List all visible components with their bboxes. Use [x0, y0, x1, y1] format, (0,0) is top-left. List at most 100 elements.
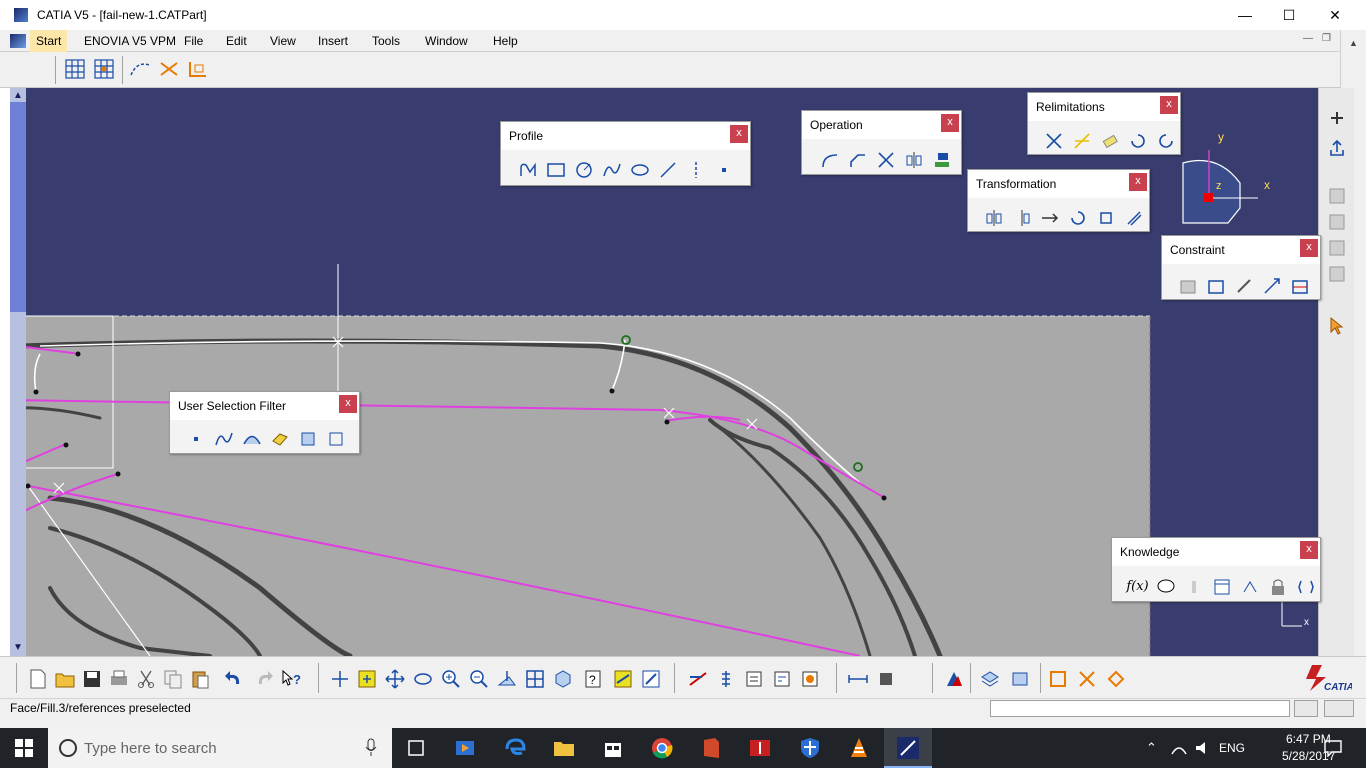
taskbar-search-box[interactable]: Type here to search: [48, 728, 392, 768]
visu-3d-icon[interactable]: [742, 667, 766, 691]
multi-view-icon[interactable]: [523, 667, 547, 691]
command-input[interactable]: [990, 700, 1290, 717]
spline-icon[interactable]: [600, 158, 623, 181]
select-arrow-icon[interactable]: [1325, 314, 1349, 338]
mirror-icon[interactable]: [902, 148, 925, 171]
scroll-down-icon[interactable]: ▼: [13, 642, 23, 653]
close-button[interactable]: ✕: [1312, 0, 1358, 30]
check-analysis-icon[interactable]: [1182, 575, 1205, 598]
auto-search-icon[interactable]: [1104, 667, 1128, 691]
menu-insert[interactable]: Insert: [312, 33, 354, 49]
corner-icon[interactable]: [818, 148, 841, 171]
curve-filter-icon[interactable]: [212, 427, 235, 450]
auto-constraint-icon[interactable]: [1288, 274, 1311, 297]
menu-help[interactable]: Help: [487, 33, 524, 49]
command-options-button[interactable]: [1324, 700, 1354, 717]
contact-constraint-icon[interactable]: [1232, 274, 1255, 297]
notifications-icon[interactable]: [1324, 739, 1342, 757]
line-icon[interactable]: [656, 158, 679, 181]
file-explorer-icon[interactable]: [552, 736, 576, 760]
geometrical-constraints-icon[interactable]: [157, 57, 181, 81]
transform-mirror-icon[interactable]: [982, 206, 1005, 229]
scrollbar-thumb[interactable]: [10, 102, 26, 312]
task-view-icon[interactable]: [404, 736, 428, 760]
menu-tools[interactable]: Tools: [366, 33, 406, 49]
save-icon[interactable]: [80, 667, 104, 691]
vertical-scrollbar[interactable]: ▲ ▼: [10, 88, 26, 656]
color-palette-icon[interactable]: [942, 667, 966, 691]
workbench-icon-1[interactable]: [1325, 184, 1349, 208]
pan-icon[interactable]: [383, 667, 407, 691]
cut-icon[interactable]: [134, 667, 158, 691]
grid-icon[interactable]: [63, 57, 87, 81]
scale-icon[interactable]: [1094, 206, 1117, 229]
constraint-close-button[interactable]: x: [1300, 239, 1318, 257]
profile-close-button[interactable]: x: [730, 125, 748, 143]
cut-part-by-sketch-plane-icon[interactable]: [686, 667, 710, 691]
network-icon[interactable]: [1170, 740, 1188, 756]
menu-view[interactable]: View: [264, 33, 302, 49]
office-app-icon[interactable]: [699, 736, 723, 760]
rotate-view-icon[interactable]: [411, 667, 435, 691]
show-hidden-icons-icon[interactable]: ⌃: [1146, 740, 1157, 756]
catia-taskbar-button[interactable]: [884, 728, 932, 768]
quick-trim-icon[interactable]: [1070, 129, 1093, 152]
profile-icon[interactable]: [516, 158, 539, 181]
relimitations-close-button[interactable]: x: [1160, 96, 1178, 114]
volume-filter-icon[interactable]: [268, 427, 291, 450]
trim-icon[interactable]: [874, 148, 897, 171]
edge-browser-icon[interactable]: [503, 736, 527, 760]
sketch-solving-status-icon[interactable]: [1046, 667, 1070, 691]
transformation-close-button[interactable]: x: [1129, 173, 1147, 191]
formula-icon[interactable]: f(x): [1126, 575, 1149, 598]
eraser-icon[interactable]: [1098, 129, 1121, 152]
open-folder-icon[interactable]: [53, 667, 77, 691]
reader-app-icon[interactable]: [748, 736, 772, 760]
menu-enovia[interactable]: ENOVIA V5 VPM: [78, 33, 182, 49]
lock-icon[interactable]: [1266, 575, 1289, 598]
microphone-icon[interactable]: [364, 738, 378, 758]
media-player-icon[interactable]: [453, 736, 477, 760]
circle-icon[interactable]: [572, 158, 595, 181]
sketch-analysis-icon[interactable]: [714, 667, 738, 691]
menu-edit[interactable]: Edit: [220, 33, 253, 49]
offset-icon[interactable]: [1122, 206, 1145, 229]
constraints-dialog-icon[interactable]: [1176, 274, 1199, 297]
workbench-icon-4[interactable]: [1325, 262, 1349, 286]
fit-all-in-icon[interactable]: [355, 667, 379, 691]
chamfer-icon[interactable]: [846, 148, 869, 171]
feature-element-filter-icon[interactable]: [296, 427, 319, 450]
sketcher-exit-icon[interactable]: [1325, 106, 1349, 130]
scroll-up-icon[interactable]: ▲: [13, 90, 23, 101]
rotate-icon[interactable]: [1066, 206, 1089, 229]
maximize-button[interactable]: ☐: [1266, 0, 1312, 30]
compass-axis-widget[interactable]: y x z: [1178, 128, 1270, 228]
comment-icon[interactable]: [1154, 575, 1177, 598]
workbench-icon-2[interactable]: [1325, 210, 1349, 234]
point-icon[interactable]: [712, 158, 735, 181]
scroll-up-arrow-icon[interactable]: ▲: [1349, 38, 1358, 48]
knowledge-network-icon[interactable]: [1238, 575, 1261, 598]
project-3d-elements-icon[interactable]: [930, 148, 953, 171]
operation-close-button[interactable]: x: [941, 114, 959, 132]
rectangle-icon[interactable]: [544, 158, 567, 181]
workbench-icon-3[interactable]: [1325, 236, 1349, 260]
sketch-constraints-icon[interactable]: [1075, 667, 1099, 691]
axis-icon[interactable]: [684, 158, 707, 181]
diagnostic-icon[interactable]: [770, 667, 794, 691]
security-shield-icon[interactable]: [798, 736, 822, 760]
break-icon[interactable]: [1042, 129, 1065, 152]
hide-show-icon[interactable]: ?: [581, 667, 605, 691]
copy-icon[interactable]: [161, 667, 185, 691]
knowledge-close-button[interactable]: x: [1300, 541, 1318, 559]
user-selection-filter-close-button[interactable]: x: [339, 395, 357, 413]
normal-view-icon[interactable]: [495, 667, 519, 691]
surface-filter-icon[interactable]: [240, 427, 263, 450]
measure-item-icon[interactable]: [874, 667, 898, 691]
complement-icon[interactable]: [1154, 129, 1177, 152]
design-table-icon[interactable]: [1210, 575, 1233, 598]
windows-start-icon[interactable]: [0, 728, 48, 768]
symmetry-icon[interactable]: [1010, 206, 1033, 229]
mdi-minimize-button[interactable]: —: [1303, 33, 1313, 44]
zoom-in-icon[interactable]: [439, 667, 463, 691]
